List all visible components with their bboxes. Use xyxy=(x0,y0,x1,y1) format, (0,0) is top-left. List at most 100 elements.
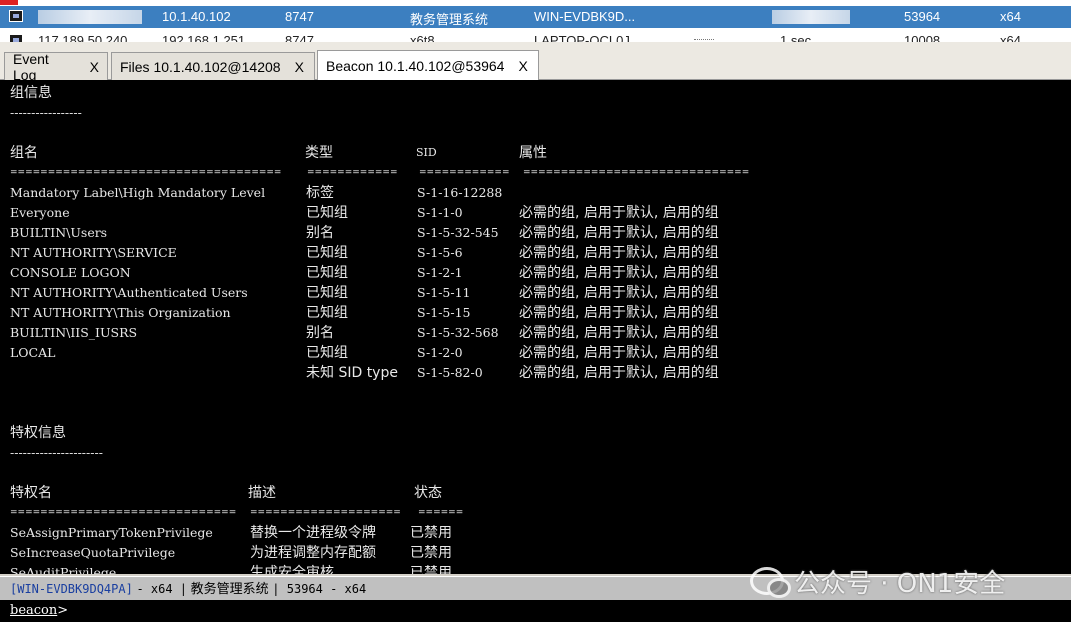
group-sid: S-1-5-32-545 xyxy=(417,225,499,240)
computer-icon xyxy=(9,34,23,42)
privilege-name: SeAssignPrimaryTokenPrivilege xyxy=(10,525,213,540)
group-name: LOCAL xyxy=(10,345,56,360)
session-pid: 53964 xyxy=(904,9,941,24)
group-info-underline: ----------------- xyxy=(10,105,82,120)
status-user: 教务管理系统 xyxy=(190,581,269,596)
tab-event-log[interactable]: Event Log X xyxy=(4,50,108,83)
group-sid: S-1-5-32-568 xyxy=(417,325,499,340)
group-sid: S-1-16-12288 xyxy=(417,185,503,200)
group-sid: S-1-2-0 xyxy=(417,345,463,360)
status-host: [WIN-EVDBK9DQ4PA] xyxy=(10,582,133,596)
priv-sep-desc: ==================== xyxy=(250,508,401,518)
group-attributes: 必需的组, 启用于默认, 启用的组 xyxy=(519,225,719,241)
session-internal-ip: 192.168.1.251 xyxy=(162,33,246,42)
privilege-info-underline: ---------------------- xyxy=(10,445,103,460)
tab-beacon[interactable]: Beacon 10.1.40.102@53964 X xyxy=(317,50,539,81)
session-computer: WIN-EVDBK9D... xyxy=(534,9,636,24)
group-header-name: 组名 xyxy=(10,145,38,161)
session-note: 1 sec xyxy=(780,33,812,42)
session-listener: 8747 xyxy=(285,9,314,24)
group-type: 标签 xyxy=(306,185,334,201)
group-sep-sid: ============ xyxy=(419,168,510,178)
group-sid: S-1-2-1 xyxy=(417,265,463,280)
group-sep-name: ==================================== xyxy=(10,168,282,178)
group-attributes: 必需的组, 启用于默认, 启用的组 xyxy=(519,245,719,261)
session-internal-ip: 10.1.40.102 xyxy=(162,9,231,24)
session-listener: 8747 xyxy=(285,33,314,42)
group-name: Mandatory Label\High Mandatory Level xyxy=(10,185,266,200)
group-name: Everyone xyxy=(10,205,70,220)
session-user: 教务管理系统 xyxy=(410,12,489,27)
group-type: 已知组 xyxy=(306,345,348,361)
group-sep-attr: ============================== xyxy=(523,168,750,178)
group-attributes: 必需的组, 启用于默认, 启用的组 xyxy=(519,265,719,281)
beacon-console-output[interactable]: 组信息 ----------------- 组名 类型 SID 属性 =====… xyxy=(0,80,1071,574)
group-type: 未知 SID type xyxy=(306,365,398,381)
session-external-ip: 117.189.50.240 xyxy=(38,33,128,42)
group-type: 已知组 xyxy=(306,285,348,301)
close-icon[interactable]: X xyxy=(295,59,304,75)
group-name: BUILTIN\Users xyxy=(10,225,108,240)
close-icon[interactable]: X xyxy=(90,59,99,75)
privilege-description: 为进程调整内存配额 xyxy=(250,545,376,561)
redacted-external-ip xyxy=(38,10,142,24)
close-icon[interactable]: X xyxy=(518,58,527,74)
group-type: 别名 xyxy=(306,325,334,341)
redacted-note xyxy=(772,10,850,24)
group-sep-type: ============ xyxy=(307,168,398,178)
privilege-state: 已禁用 xyxy=(410,545,452,561)
privilege-state: 已禁用 xyxy=(410,565,452,574)
status-pid-arch: | 53964 - x64 xyxy=(272,582,367,596)
computer-icon xyxy=(9,10,23,22)
group-type: 已知组 xyxy=(306,265,348,281)
session-pid: 10008 xyxy=(904,33,941,42)
group-name: NT AUTHORITY\SERVICE xyxy=(10,245,177,260)
group-sid: S-1-5-15 xyxy=(417,305,471,320)
group-attributes: 必需的组, 启用于默认, 启用的组 xyxy=(519,305,719,321)
tab-files[interactable]: Files 10.1.40.102@14208 X xyxy=(111,52,315,80)
session-user: x6t8 xyxy=(410,33,435,42)
tab-label: Beacon 10.1.40.102@53964 xyxy=(326,58,505,74)
privilege-description: 生成安全审核 xyxy=(250,565,334,574)
group-attributes: 必需的组, 启用于默认, 启用的组 xyxy=(519,365,719,381)
session-row-selected[interactable]: 10.1.40.102 8747 教务管理系统 WIN-EVDBK9D... 5… xyxy=(0,6,1071,28)
group-sid: S-1-5-82-0 xyxy=(417,365,483,380)
group-type: 已知组 xyxy=(306,205,348,221)
session-arch: x64 xyxy=(1000,9,1021,24)
session-computer: LAPTOP-QCL0J xyxy=(534,33,630,42)
group-sid: S-1-5-11 xyxy=(417,285,471,300)
group-sid: S-1-1-0 xyxy=(417,205,463,220)
group-name: NT AUTHORITY\Authenticated Users xyxy=(10,285,248,300)
group-name: CONSOLE LOGON xyxy=(10,265,131,280)
alert-marker xyxy=(0,0,18,5)
beacon-prompt: beacon xyxy=(10,603,58,618)
command-input[interactable] xyxy=(72,602,1052,620)
tab-bar: Event Log X Files 10.1.40.102@14208 X Be… xyxy=(0,42,1071,83)
group-name: BUILTIN\IIS_IUSRS xyxy=(10,325,138,340)
group-header-type: 类型 xyxy=(305,145,333,161)
group-attributes: 必需的组, 启用于默认, 启用的组 xyxy=(519,345,719,361)
wechat-logo-icon xyxy=(750,567,791,598)
wechat-watermark: 公众号 · ON1安全 xyxy=(750,563,1050,599)
group-attributes: 必需的组, 启用于默认, 启用的组 xyxy=(519,205,719,221)
priv-header-desc: 描述 xyxy=(248,485,276,501)
group-info-title: 组信息 xyxy=(10,85,52,101)
privilege-name: SeAuditPrivilege xyxy=(10,565,117,574)
group-name: NT AUTHORITY\This Organization xyxy=(10,305,231,320)
tab-label: Event Log xyxy=(13,50,49,83)
group-attributes: 必需的组, 启用于默认, 启用的组 xyxy=(519,325,719,341)
priv-sep-name: ============================== xyxy=(10,508,237,518)
beacon-command-line: beacon> xyxy=(0,600,1071,622)
group-attributes: 必需的组, 启用于默认, 启用的组 xyxy=(519,285,719,301)
status-arch: - x64 | xyxy=(136,582,188,596)
session-row[interactable]: 117.189.50.240 192.168.1.251 8747 x6t8 L… xyxy=(0,30,1071,42)
priv-header-state: 状态 xyxy=(414,485,442,501)
session-arch: x64 xyxy=(1000,33,1021,42)
prompt-suffix: > xyxy=(57,603,69,618)
watermark-text: 公众号 · ON1安全 xyxy=(794,568,1006,599)
session-table[interactable]: 10.1.40.102 8747 教务管理系统 WIN-EVDBK9D... 5… xyxy=(0,0,1071,42)
tab-label: Files 10.1.40.102@14208 xyxy=(120,58,281,75)
group-header-attr: 属性 xyxy=(519,145,547,161)
privilege-name: SeIncreaseQuotaPrivilege xyxy=(10,545,176,560)
group-header-sid: SID xyxy=(416,146,437,159)
